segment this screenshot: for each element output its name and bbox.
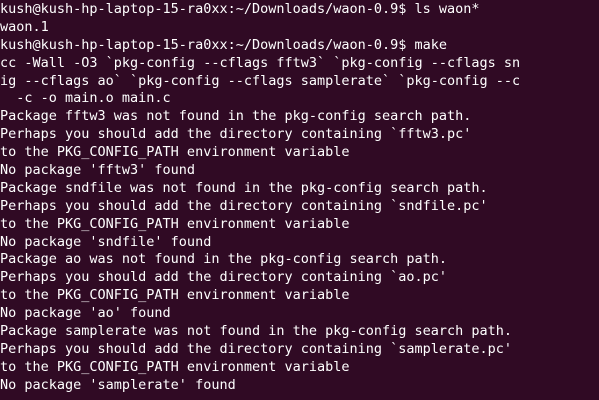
terminal-line: to the PKG_CONFIG_PATH environment varia…	[0, 358, 350, 375]
terminal-line: to the PKG_CONFIG_PATH environment varia…	[0, 215, 350, 232]
terminal-line: Perhaps you should add the directory con…	[0, 340, 513, 357]
terminal-line: No package 'samplerate' found	[0, 376, 236, 393]
terminal-line: Package sndfile was not found in the pkg…	[0, 179, 488, 196]
terminal-line: kush@kush-hp-laptop-15-ra0xx:~/Downloads…	[0, 36, 448, 53]
terminal-line: Perhaps you should add the directory con…	[0, 126, 472, 143]
terminal-line: waon.1	[0, 18, 49, 35]
terminal-output[interactable]: kush@kush-hp-laptop-15-ra0xx:~/Downloads…	[0, 0, 599, 400]
terminal-line: cc -Wall -O3 `pkg-config --cflags fftw3`…	[0, 54, 521, 71]
terminal-line: Package fftw3 was not found in the pkg-c…	[0, 108, 472, 125]
terminal-line: Package samplerate was not found in the …	[0, 323, 513, 340]
terminal-line: Perhaps you should add the directory con…	[0, 269, 448, 286]
terminal-line: ig --cflags ao` `pkg-config --cflags sam…	[0, 72, 521, 89]
terminal-line: No package 'sndfile' found	[0, 233, 212, 250]
terminal-line: No package 'fftw3' found	[0, 162, 196, 179]
terminal-line: to the PKG_CONFIG_PATH environment varia…	[0, 287, 350, 304]
terminal-line: Package ao was not found in the pkg-conf…	[0, 251, 448, 268]
terminal-line: to the PKG_CONFIG_PATH environment varia…	[0, 144, 350, 161]
terminal-line: -c -o main.o main.c	[0, 90, 171, 107]
terminal-line: Perhaps you should add the directory con…	[0, 197, 488, 214]
terminal-line: kush@kush-hp-laptop-15-ra0xx:~/Downloads…	[0, 1, 480, 17]
terminal-line: No package 'ao' found	[0, 305, 171, 322]
